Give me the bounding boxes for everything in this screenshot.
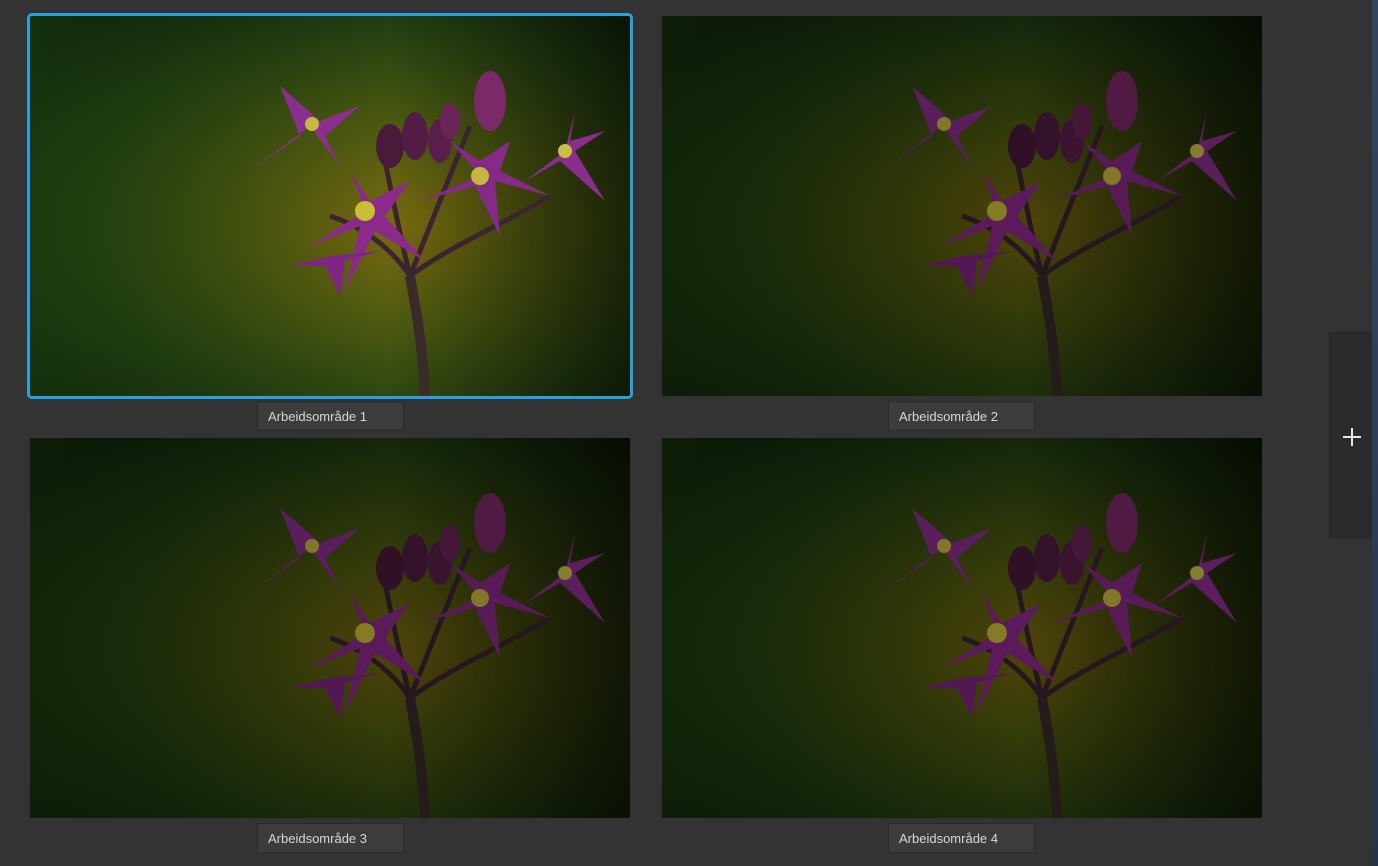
artboard-1-label[interactable]: Arbeidsområde 1 xyxy=(257,401,404,431)
artboard-workspace: Arbeidsområde 1 Arbeidsområde 2 Arbeidso… xyxy=(0,0,1378,866)
orchid-photo xyxy=(30,16,630,396)
artboard-4-label[interactable]: Arbeidsområde 4 xyxy=(888,823,1035,853)
orchid-photo xyxy=(30,438,630,818)
orchid-photo xyxy=(662,16,1262,396)
artboard-2-label[interactable]: Arbeidsområde 2 xyxy=(888,401,1035,431)
artboard-4[interactable] xyxy=(662,438,1262,818)
orchid-photo xyxy=(662,438,1262,818)
add-artboard-button[interactable] xyxy=(1329,332,1378,538)
plus-icon xyxy=(1343,428,1361,446)
adjacent-panel-edge xyxy=(1372,0,1378,866)
artboard-2[interactable] xyxy=(662,16,1262,396)
artboard-3-label[interactable]: Arbeidsområde 3 xyxy=(257,823,404,853)
artboard-1[interactable] xyxy=(27,13,633,399)
artboard-3[interactable] xyxy=(30,438,630,818)
